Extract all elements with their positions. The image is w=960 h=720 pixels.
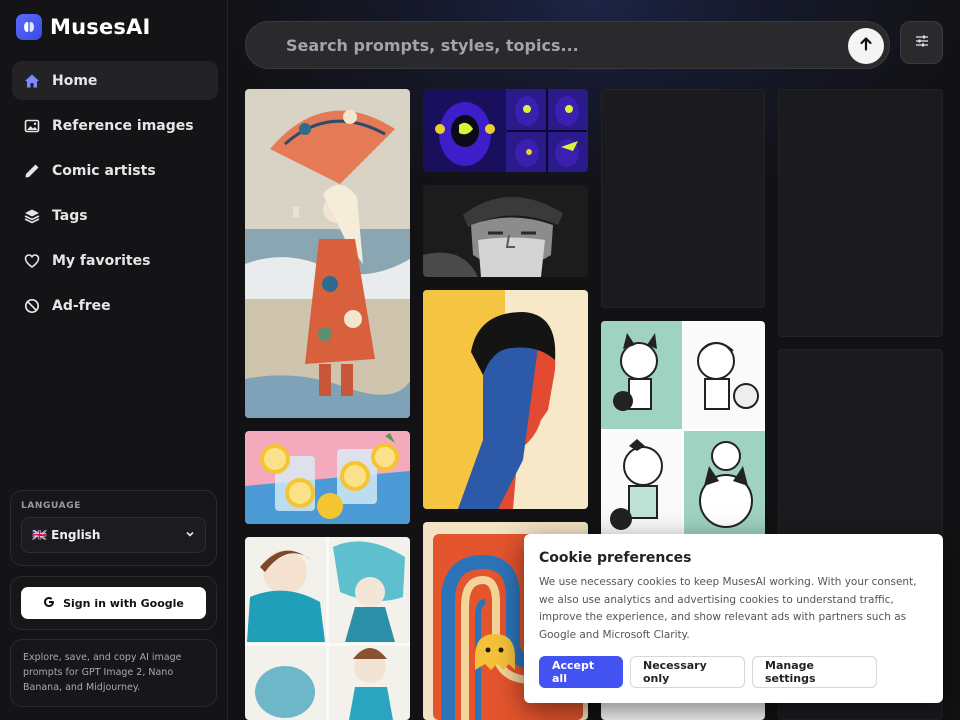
google-signin-label: Sign in with Google <box>63 596 184 610</box>
manage-settings-button[interactable]: Manage settings <box>752 656 877 688</box>
chevron-down-icon <box>185 528 195 542</box>
nav-item-reference-images[interactable]: Reference images <box>12 106 218 145</box>
filter-button[interactable] <box>900 21 943 64</box>
gallery-image-placeholder <box>778 89 943 337</box>
home-icon <box>24 73 40 89</box>
search-submit-button[interactable] <box>848 28 884 64</box>
brand-logo-icon <box>16 14 42 40</box>
nav-item-label: Tags <box>52 207 88 224</box>
nav-item-tags[interactable]: Tags <box>12 196 218 235</box>
signin-panel: Sign in with Google <box>10 576 217 630</box>
sliders-icon <box>915 33 929 52</box>
gallery-image-umbrella-girl[interactable] <box>245 89 410 418</box>
layers-icon <box>24 208 40 224</box>
language-select[interactable]: 🇬🇧 English <box>21 517 206 553</box>
gallery-image-old-man-portrait[interactable] <box>423 185 588 277</box>
nav-item-label: Ad-free <box>52 297 111 314</box>
ban-icon <box>24 298 40 314</box>
google-signin-button[interactable]: Sign in with Google <box>21 587 206 619</box>
language-panel: LANGUAGE 🇬🇧 English <box>10 490 217 566</box>
search-input[interactable] <box>286 35 826 55</box>
nav-item-home[interactable]: Home <box>12 61 218 100</box>
gallery-image-placeholder <box>601 89 765 308</box>
heart-icon <box>24 253 40 269</box>
brand-name: MusesAI <box>50 15 151 39</box>
google-icon <box>43 596 55 611</box>
arrow-up-icon <box>858 36 874 56</box>
pencil-icon <box>24 163 40 179</box>
nav-item-label: My favorites <box>52 252 151 269</box>
cookie-consent-dialog: Cookie preferences We use necessary cook… <box>524 534 943 703</box>
search-bar <box>245 21 890 69</box>
nav-item-label: Home <box>52 72 98 89</box>
language-label: LANGUAGE <box>21 501 81 511</box>
about-panel: Explore, save, and copy AI image prompts… <box>10 639 217 707</box>
gallery-image-watercolor-girl[interactable] <box>245 537 410 720</box>
brand[interactable]: MusesAI <box>16 14 151 40</box>
nav-item-comic-artists[interactable]: Comic artists <box>12 151 218 190</box>
language-selected-value: 🇬🇧 English <box>32 528 101 542</box>
nav-item-label: Comic artists <box>52 162 156 179</box>
necessary-only-button[interactable]: Necessary only <box>630 656 745 688</box>
nav-item-label: Reference images <box>52 117 194 134</box>
about-text: Explore, save, and copy AI image prompts… <box>23 652 182 693</box>
cookie-title: Cookie preferences <box>539 550 692 566</box>
nav-item-ad-free[interactable]: Ad-free <box>12 286 218 325</box>
image-icon <box>24 118 40 134</box>
main-nav: Home Reference images Comic artists Tags… <box>12 61 218 331</box>
cookie-actions: Accept all Necessary only Manage setting… <box>539 656 877 688</box>
accept-all-button[interactable]: Accept all <box>539 656 623 688</box>
gallery-image-lemon-glasses[interactable] <box>245 431 410 524</box>
sidebar: MusesAI Home Reference images Comic arti… <box>0 0 228 720</box>
nav-item-my-favorites[interactable]: My favorites <box>12 241 218 280</box>
gallery-image-hooded-figures[interactable] <box>423 89 588 172</box>
cookie-description: We use necessary cookies to keep MusesAI… <box>539 576 917 641</box>
gallery-image-minimal-profile[interactable] <box>423 290 588 509</box>
